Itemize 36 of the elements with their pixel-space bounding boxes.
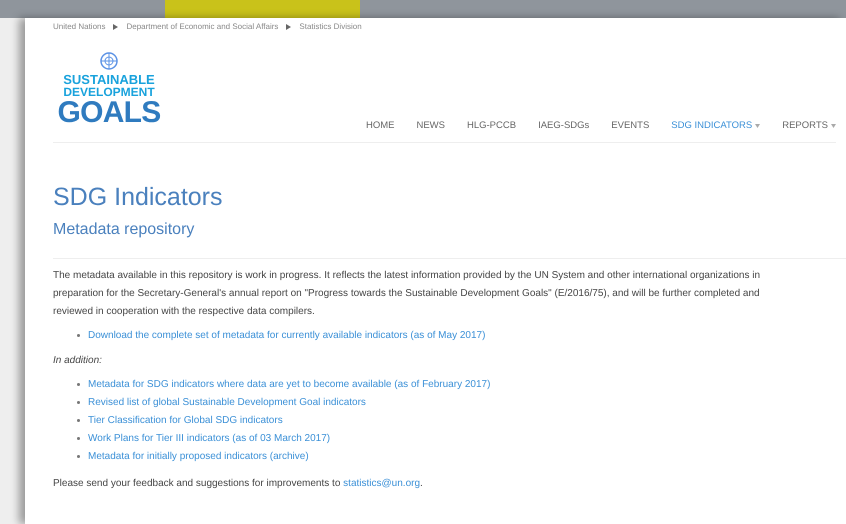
bullet-icon <box>77 436 80 440</box>
logo-text: DEVELOPMENT <box>63 86 155 98</box>
intro-paragraph: The metadata available in this repository is work in progress. It reflects the latest information provided by the UN System and other international organizations in preparation for the Secretary-General's annual report on "Progress towards the Sustainable Development Goals" (E/2016/75), and will be further completed and reviewed in cooperation with the respective data compilers. <box>53 269 762 319</box>
nav-link[interactable]: EVENTS <box>611 118 650 134</box>
document-link[interactable]: Work Plans for Tier III indicators (as of 03 March 2017) <box>88 430 330 446</box>
caret-icon <box>755 124 760 128</box>
document-link[interactable]: Revised list of global Sustainable Development Goal indicators <box>88 394 366 410</box>
nav-link[interactable]: NEWS <box>416 118 445 134</box>
document-link[interactable]: Download the complete set of metadata for currently available indicators (as of May 2017) <box>88 328 486 342</box>
section-label: In addition: <box>53 354 103 368</box>
triangle-icon <box>286 24 292 30</box>
bullet-icon <box>77 382 80 386</box>
breadcrumb-link[interactable]: United Nations <box>53 21 106 33</box>
page-title: SDG Indicators <box>53 185 224 210</box>
bullet-icon <box>77 454 80 458</box>
logo-text: SUSTAINABLE <box>63 73 155 86</box>
bullet-icon <box>77 334 80 336</box>
globe-emblem-icon <box>98 51 120 71</box>
nav-link[interactable]: HLG-PCCB <box>466 118 516 134</box>
nav-link[interactable]: HOME <box>366 118 394 134</box>
feedback-text: Please send your feedback and suggestions for improvements to statistics@un.org. <box>53 477 424 491</box>
bullet-icon <box>77 418 80 422</box>
document-link[interactable]: Metadata for initially proposed indicators (archive) <box>88 448 309 464</box>
email-link[interactable]: statistics@un.org <box>343 478 420 489</box>
document-link[interactable]: Metadata for SDG indicators where data are yet to become available (as of February 2017) <box>88 376 490 392</box>
breadcrumb-link[interactable]: Statistics Division <box>299 21 362 33</box>
caret-icon <box>831 124 836 128</box>
triangle-icon <box>113 24 118 30</box>
nav-link[interactable]: IAEG-SDGs <box>538 118 590 134</box>
bullet-icon <box>77 400 80 404</box>
nav-link[interactable]: SDG INDICATORS <box>671 118 760 134</box>
logo-text: GOALS <box>58 98 160 128</box>
document-link[interactable]: Tier Classification for Global SDG indicators <box>88 412 283 428</box>
nav-link[interactable]: REPORTS <box>782 118 836 134</box>
breadcrumb-link[interactable]: Department of Economic and Social Affairs <box>126 21 278 33</box>
page-subtitle: Metadata repository <box>53 222 196 238</box>
